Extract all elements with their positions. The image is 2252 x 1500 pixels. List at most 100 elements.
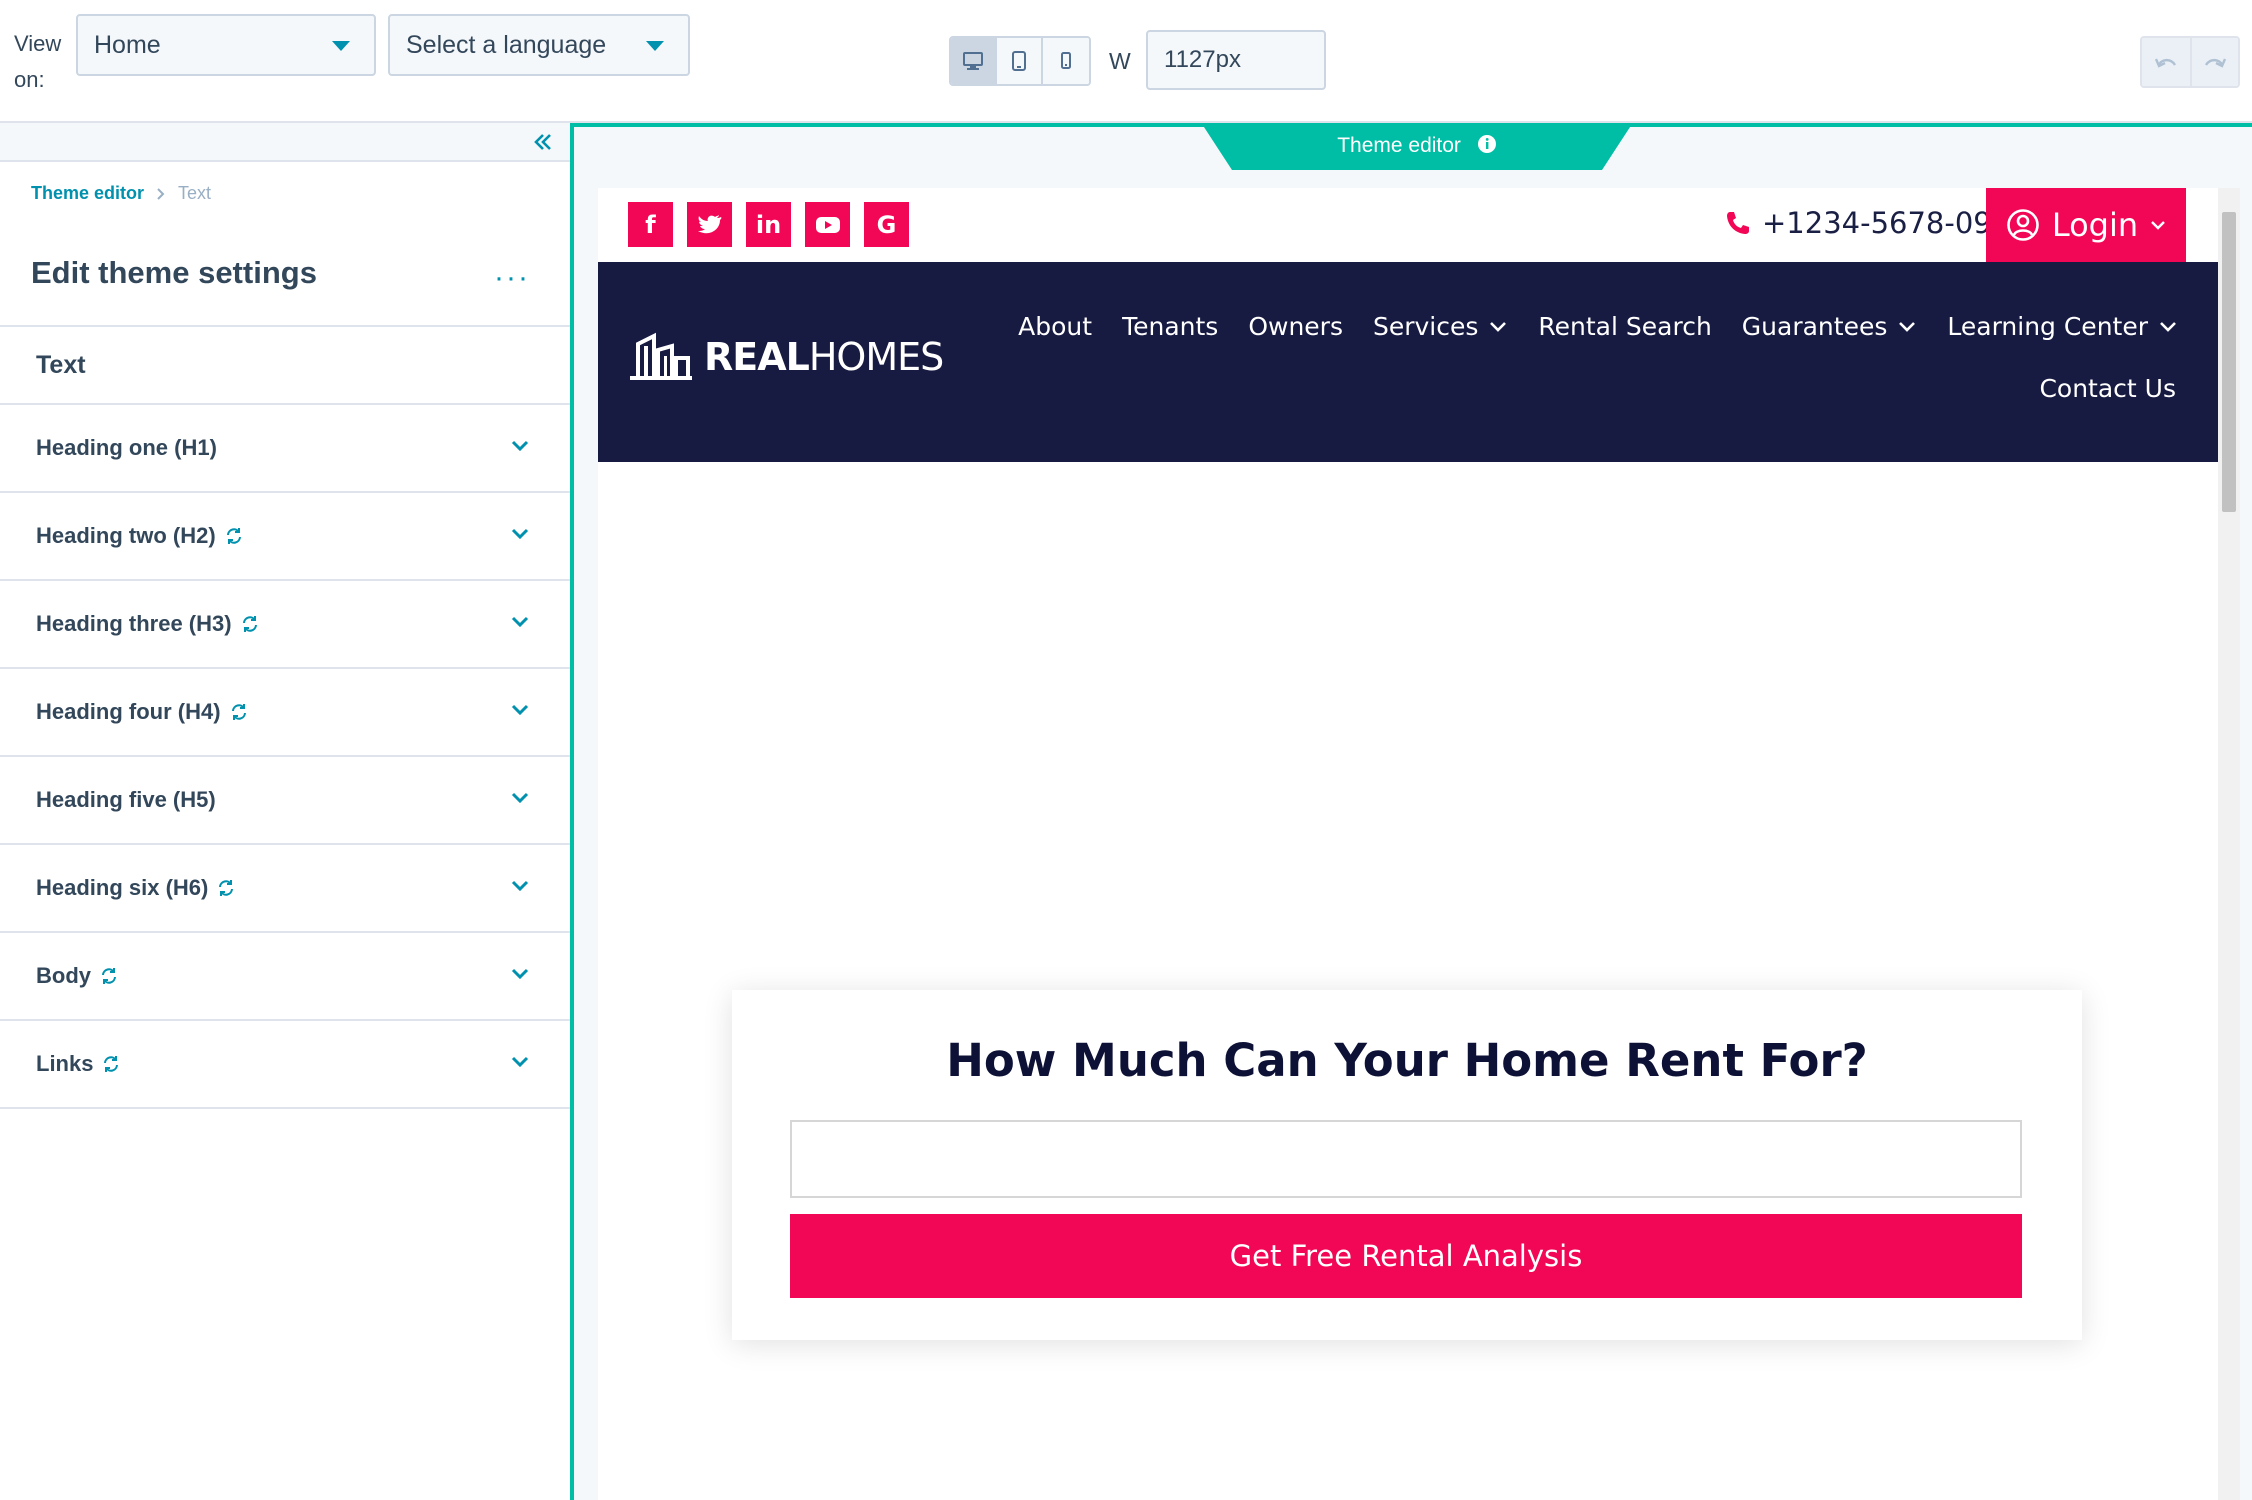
text-setting-row[interactable]: Body — [0, 933, 570, 1021]
sync-icon — [104, 1056, 119, 1072]
width-label: W — [1109, 48, 1131, 74]
nav-item-label: Guarantees — [1741, 312, 1888, 341]
social-links: f in G — [628, 202, 909, 247]
text-setting-label: Body — [36, 963, 91, 988]
chevron-down-icon[interactable] — [510, 703, 530, 717]
chevron-down-icon[interactable] — [510, 1055, 530, 1069]
site-top-strip: f in G +1234-5678-09 Login — [598, 188, 2218, 262]
contact-phone[interactable]: +1234-5678-09 — [1724, 206, 1992, 240]
sidebar-collapse-bar — [0, 123, 570, 162]
chevron-down-icon[interactable] — [510, 439, 530, 453]
breadcrumb-theme-editor[interactable]: Theme editor — [31, 183, 144, 204]
logo-bold: REAL — [704, 335, 810, 379]
theme-settings-sidebar: Theme editor Text Edit theme settings ··… — [0, 123, 570, 1500]
panel-title: Edit theme settings — [31, 255, 317, 290]
google-link[interactable]: G — [864, 202, 909, 247]
sync-icon — [102, 968, 116, 984]
sync-icon — [231, 704, 246, 720]
theme-editor-tab: Theme editor — [1202, 124, 1632, 170]
editor-toolbar: View on: Home Select a language W 1127px — [0, 0, 2252, 123]
logo-light: HOMES — [808, 335, 944, 379]
facebook-link[interactable]: f — [628, 202, 673, 247]
linkedin-link[interactable]: in — [746, 202, 791, 247]
nav-item[interactable]: Guarantees — [1742, 312, 1918, 341]
chevron-down-icon — [1490, 321, 1507, 332]
nav-item[interactable]: Rental Search — [1538, 312, 1711, 341]
user-circle-icon — [2007, 209, 2039, 241]
width-input[interactable]: 1127px — [1146, 30, 1326, 90]
nav-item-label: Rental Search — [1538, 312, 1712, 341]
view-on-label: View on: — [14, 31, 62, 92]
nav-item[interactable]: About — [1018, 312, 1092, 341]
undo-button[interactable] — [2142, 38, 2190, 86]
text-setting-label: Heading three (H3) — [36, 611, 232, 636]
chevron-down-icon[interactable] — [510, 879, 530, 893]
youtube-link[interactable] — [805, 202, 850, 247]
linkedin-icon: in — [755, 210, 782, 239]
chevron-down-icon[interactable] — [510, 527, 530, 541]
mobile-view-button[interactable] — [1043, 38, 1089, 84]
tablet-view-button[interactable] — [997, 38, 1043, 84]
text-setting-label: Heading five (H5) — [36, 787, 216, 812]
nav-item[interactable]: Learning Center — [1947, 312, 2178, 341]
main-nav: About Tenants Owners Services Rental Search G… — [1018, 312, 2178, 341]
chevron-down-icon[interactable] — [510, 615, 530, 629]
address-input[interactable] — [790, 1120, 2022, 1198]
nav-item[interactable]: Services — [1373, 312, 1508, 341]
phone-number: +1234-5678-09 — [1762, 206, 1992, 240]
undo-redo-group — [2140, 36, 2240, 88]
chevron-down-icon[interactable] — [510, 967, 530, 981]
page-select-value: Home — [94, 31, 161, 59]
preview-scrollbar[interactable] — [2218, 188, 2240, 1500]
page-select[interactable]: Home — [76, 14, 376, 76]
redo-button[interactable] — [2190, 38, 2238, 86]
nav-contact-us[interactable]: Contact Us — [2039, 374, 2176, 403]
text-setting-row[interactable]: Heading four (H4) — [0, 669, 570, 757]
chevron-down-icon — [2151, 221, 2166, 230]
youtube-icon — [815, 216, 840, 233]
chevron-right-icon — [157, 187, 165, 200]
info-icon[interactable] — [1477, 134, 1497, 154]
more-options-button[interactable]: ··· — [494, 261, 530, 295]
text-setting-row[interactable]: Heading three (H3) — [0, 581, 570, 669]
collapse-sidebar-icon[interactable] — [530, 129, 556, 155]
nav-item[interactable]: Tenants — [1122, 312, 1218, 341]
chevron-down-icon — [1899, 321, 1916, 332]
desktop-icon — [963, 52, 983, 70]
language-select[interactable]: Select a language — [388, 14, 690, 76]
twitter-link[interactable] — [687, 202, 732, 247]
login-button[interactable]: Login — [1986, 188, 2186, 262]
section-title: Text — [0, 325, 570, 405]
desktop-view-button[interactable] — [951, 38, 997, 84]
get-free-rental-analysis-button[interactable]: Get Free Rental Analysis — [790, 1214, 2022, 1298]
text-setting-row[interactable]: Heading six (H6) — [0, 845, 570, 933]
theme-editor-tab-label: Theme editor — [1337, 134, 1461, 157]
nav-item[interactable]: Owners — [1248, 312, 1343, 341]
site-preview: f in G +1234-5678-09 Login REALHOMES Abo… — [598, 188, 2218, 1500]
nav-item-label: About — [1018, 312, 1093, 341]
mobile-icon — [1061, 52, 1071, 69]
text-setting-label: Heading six (H6) — [36, 875, 209, 900]
caret-down-icon — [332, 41, 350, 51]
sync-icon — [219, 880, 234, 896]
text-setting-label: Heading one (H1) — [36, 435, 217, 460]
chevron-down-icon[interactable] — [510, 791, 530, 805]
text-setting-row[interactable]: Heading one (H1) — [0, 405, 570, 493]
breadcrumb: Theme editor Text — [31, 183, 211, 204]
tablet-icon — [1012, 51, 1026, 71]
text-setting-row[interactable]: Heading five (H5) — [0, 757, 570, 845]
nav-item-label: Owners — [1248, 312, 1343, 341]
nav-item-label: Services — [1372, 312, 1479, 341]
buildings-logo-icon — [630, 332, 692, 380]
text-setting-row[interactable]: Links — [0, 1021, 570, 1109]
sync-icon — [226, 528, 241, 544]
text-setting-row[interactable]: Heading two (H2) — [0, 493, 570, 581]
site-logo[interactable]: REALHOMES — [628, 332, 944, 382]
text-setting-label: Heading two (H2) — [36, 523, 216, 548]
twitter-icon — [697, 214, 721, 233]
facebook-icon: f — [645, 210, 656, 239]
undo-icon — [2154, 58, 2177, 68]
scrollbar-thumb[interactable] — [2222, 212, 2236, 512]
language-select-value: Select a language — [406, 31, 607, 59]
rent-estimate-card: How Much Can Your Home Rent For? Get Fre… — [732, 990, 2082, 1340]
